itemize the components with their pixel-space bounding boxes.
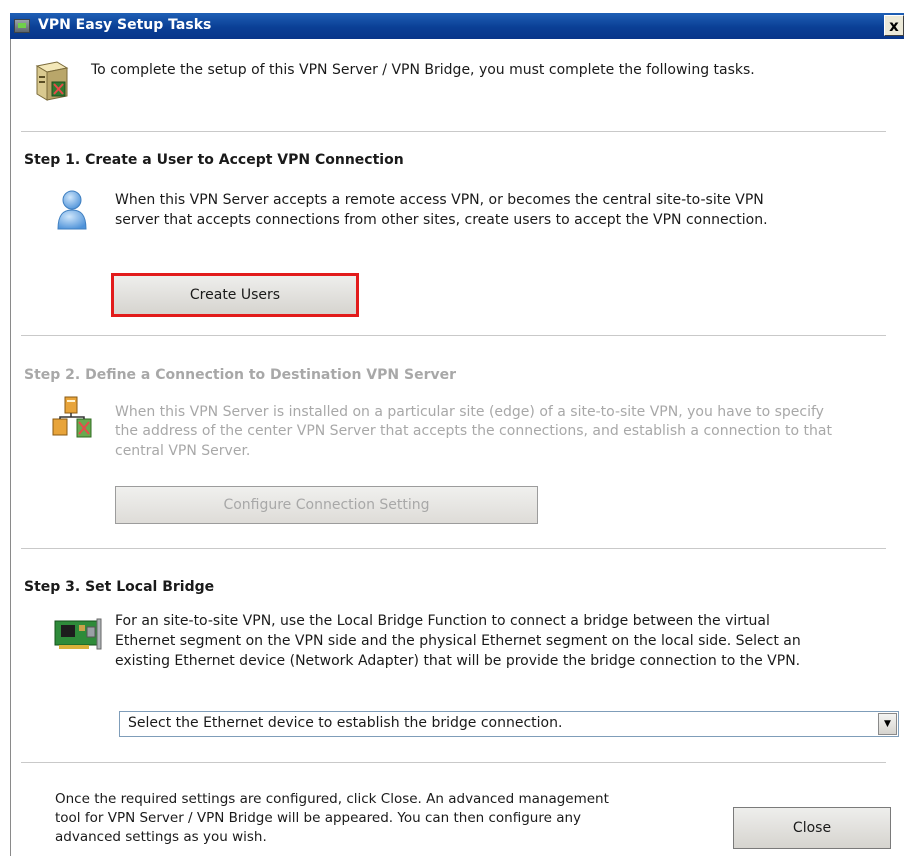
- user-icon: [57, 190, 87, 230]
- step2-description-line2: the address of the center VPN Server tha…: [115, 423, 832, 439]
- ethernet-device-select[interactable]: Select the Ethernet device to establish …: [119, 711, 899, 737]
- step3-description-line3: existing Ethernet device (Network Adapte…: [115, 653, 801, 669]
- footer-text-line3: advanced settings as you wish.: [55, 829, 267, 845]
- step1-description-line2: server that accepts connections from oth…: [115, 212, 768, 228]
- server-computer-icon: [35, 61, 69, 101]
- create-users-button[interactable]: Create Users: [111, 273, 359, 317]
- separator: [21, 335, 886, 336]
- step3-description-line2: Ethernet segment on the VPN side and the…: [115, 633, 801, 649]
- configure-connection-setting-button[interactable]: Configure Connection Setting: [115, 486, 538, 524]
- step3-heading: Step 3. Set Local Bridge: [24, 579, 215, 595]
- step2-heading: Step 2. Define a Connection to Destinati…: [24, 367, 457, 383]
- ethernet-device-select-value: Select the Ethernet device to establish …: [128, 715, 563, 731]
- intro-text: To complete the setup of this VPN Server…: [91, 62, 755, 78]
- network-connection-icon: [52, 396, 92, 438]
- vpn-easy-setup-window: VPN Easy Setup Tasks x To complete the s…: [0, 0, 904, 856]
- separator: [21, 762, 886, 763]
- title-bar[interactable]: VPN Easy Setup Tasks x: [10, 13, 904, 39]
- step1-heading: Step 1. Create a User to Accept VPN Conn…: [24, 152, 404, 168]
- step2-description-line1: When this VPN Server is installed on a p…: [115, 404, 824, 420]
- dropdown-arrow-icon[interactable]: ▼: [878, 713, 897, 735]
- step2-description-line3: central VPN Server.: [115, 443, 251, 459]
- close-window-button[interactable]: x: [884, 15, 904, 36]
- content-pane: To complete the setup of this VPN Server…: [10, 39, 904, 856]
- footer-text-line1: Once the required settings are configure…: [55, 791, 609, 807]
- close-button[interactable]: Close: [733, 807, 891, 849]
- window-title: VPN Easy Setup Tasks: [38, 17, 212, 33]
- step3-description-line1: For an site-to-site VPN, use the Local B…: [115, 613, 770, 629]
- separator: [21, 548, 886, 549]
- footer-text-line2: tool for VPN Server / VPN Bridge will be…: [55, 810, 582, 826]
- step1-description-line1: When this VPN Server accepts a remote ac…: [115, 192, 764, 208]
- network-adapter-icon: [54, 618, 102, 650]
- app-icon: [14, 19, 30, 33]
- separator: [21, 131, 886, 132]
